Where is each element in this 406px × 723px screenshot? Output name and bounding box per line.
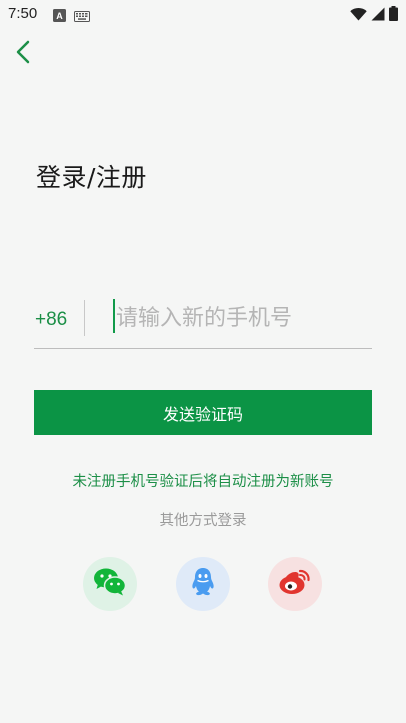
qq-icon [189,566,217,602]
cellular-signal-icon [371,6,385,25]
phone-number-input[interactable] [112,298,366,338]
other-login-title: 其他方式登录 [159,513,247,529]
status-time: 7:50 [8,5,38,22]
status-notification-icons: A [53,7,90,26]
phone-input-row: +86 [34,296,372,349]
back-button[interactable] [12,38,38,68]
register-hint: 未注册手机号验证后将自动注册为新账号 [72,474,334,490]
battery-icon [389,6,398,25]
wechat-login-button[interactable] [83,557,137,611]
chevron-left-icon [12,40,38,72]
status-system-icons [350,6,398,25]
country-code-divider [84,300,85,336]
qq-login-button[interactable] [176,557,230,611]
page-title: 登录/注册 [36,163,147,192]
weibo-login-button[interactable] [268,557,322,611]
text-cursor [113,299,115,333]
weibo-icon [278,567,312,601]
keyboard-icon [74,7,90,26]
status-bar: 7:50 A [0,0,406,28]
svg-text:A: A [56,11,63,21]
send-code-button[interactable]: 发送验证码 [34,390,372,435]
wechat-icon [93,567,127,601]
wifi-icon [350,6,367,25]
a-keyboard-notification-icon: A [53,7,66,26]
country-code-selector[interactable]: +86 [35,309,67,331]
